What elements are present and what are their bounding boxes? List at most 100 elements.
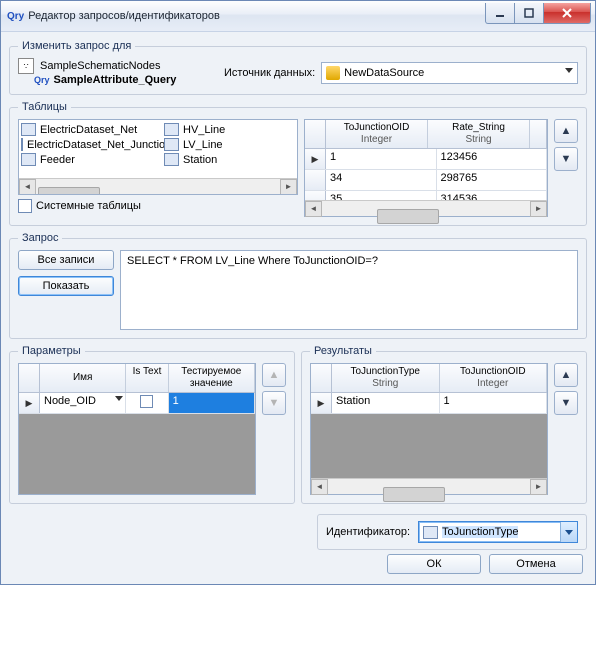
show-button[interactable]: Показать [18, 276, 114, 296]
table-item[interactable]: LV_Line [164, 137, 295, 152]
identifier-panel: Идентификатор: ToJunctionType [317, 514, 587, 550]
results-group: Результаты ToJunctionType String ToJunct… [301, 345, 587, 504]
cancel-button[interactable]: Отмена [489, 554, 583, 574]
identifier-label: Идентификатор: [326, 526, 410, 538]
chevron-down-icon [565, 68, 573, 73]
table-row[interactable]: ▶ Node_OID 1 [19, 393, 255, 414]
query-legend: Запрос [18, 232, 62, 244]
query-prefix-icon: Qry [34, 75, 50, 85]
results-hscrollbar[interactable]: ◄ ► [311, 478, 547, 494]
parameters-grid[interactable]: Имя Is Text Тестируемое значение ▶ Node_… [18, 363, 256, 495]
col-name: Имя [40, 364, 126, 392]
row-header-corner [19, 364, 40, 392]
checkbox-box-icon [18, 199, 32, 213]
ok-button[interactable]: ОК [387, 554, 481, 574]
close-button[interactable] [543, 3, 591, 24]
table-icon [21, 138, 23, 151]
table-item[interactable]: ElectricDataset_Net [21, 122, 160, 137]
table-preview-grid[interactable]: ToJunctionOID Integer Rate_String String [304, 119, 548, 217]
move-up-button[interactable]: ▲ [554, 119, 578, 143]
arrow-down-icon: ▼ [269, 397, 280, 409]
datasource-label: Источник данных: [224, 67, 315, 79]
table-item[interactable]: Station [164, 152, 295, 167]
scroll-left-icon[interactable]: ◄ [19, 179, 36, 195]
schematic-icon: ∵ [18, 58, 34, 74]
query-name-label: SampleAttribute_Query [54, 74, 177, 86]
parameters-legend: Параметры [18, 345, 85, 357]
table-icon [164, 123, 179, 136]
table-item[interactable]: ElectricDataset_Net_Junctions [21, 137, 160, 152]
minimize-button[interactable] [485, 3, 515, 24]
checkbox-box-icon [140, 395, 153, 408]
param-istext-checkbox[interactable] [126, 393, 168, 413]
query-editor-window: Qry Редактор запросов/идентификаторов Из… [0, 0, 596, 585]
arrow-up-icon: ▲ [561, 125, 572, 137]
table-item[interactable]: HV_Line [164, 122, 295, 137]
tables-group: Таблицы ElectricDataset_Net ElectricData… [9, 101, 587, 226]
row-pointer-icon: ▶ [311, 393, 332, 413]
maximize-button[interactable] [514, 3, 544, 24]
scroll-right-icon[interactable]: ► [530, 479, 547, 495]
scroll-left-icon[interactable]: ◄ [311, 479, 328, 495]
results-legend: Результаты [310, 345, 376, 357]
arrow-down-icon: ▼ [561, 153, 572, 165]
move-down-button[interactable]: ▼ [262, 391, 286, 415]
move-down-button[interactable]: ▼ [554, 391, 578, 415]
chevron-down-icon [565, 530, 573, 535]
sql-text: SELECT * FROM LV_Line Where ToJunctionOI… [127, 255, 378, 267]
table-item[interactable]: Feeder [21, 152, 160, 167]
param-test-cell[interactable]: 1 [169, 393, 255, 413]
table-icon [21, 153, 36, 166]
col-type: String [336, 378, 435, 390]
col-type: String [432, 134, 525, 146]
col-type: Integer [444, 378, 543, 390]
tables-listbox[interactable]: ElectricDataset_Net ElectricDataset_Net_… [18, 119, 298, 195]
col-name: ToJunctionOID [444, 366, 543, 378]
table-row[interactable]: ▶ Station 1 [311, 393, 547, 414]
col-test: Тестируемое значение [169, 364, 255, 392]
identifier-value: ToJunctionType [442, 526, 518, 538]
arrow-up-icon: ▲ [561, 369, 572, 381]
sql-textarea[interactable]: SELECT * FROM LV_Line Where ToJunctionOI… [120, 250, 578, 330]
row-pointer-icon: ▶ [19, 393, 40, 413]
titlebar[interactable]: Qry Редактор запросов/идентификаторов [1, 1, 595, 32]
row-header-corner [305, 120, 326, 148]
scroll-right-icon[interactable]: ► [280, 179, 297, 195]
param-name-cell[interactable]: Node_OID [40, 393, 126, 413]
change-query-group: Изменить запрос для ∵ SampleSchematicNod… [9, 40, 587, 95]
tables-hscrollbar[interactable]: ◄ ► [19, 178, 297, 194]
schematic-node-label: SampleSchematicNodes [40, 60, 160, 72]
move-down-button[interactable]: ▼ [554, 147, 578, 171]
move-up-button[interactable]: ▲ [554, 363, 578, 387]
database-icon [326, 66, 340, 80]
scroll-right-icon[interactable]: ► [530, 201, 547, 217]
close-icon [561, 7, 573, 19]
identifier-combo[interactable]: ToJunctionType [418, 521, 578, 543]
scroll-left-icon[interactable]: ◄ [305, 201, 322, 217]
move-up-button[interactable]: ▲ [262, 363, 286, 387]
app-icon: Qry [7, 11, 24, 22]
combo-dropdown-button[interactable] [560, 522, 577, 542]
table-row[interactable]: 35 314536 [305, 191, 547, 200]
tables-legend: Таблицы [18, 101, 71, 113]
datasource-value: NewDataSource [344, 67, 424, 79]
table-icon [21, 123, 36, 136]
arrow-down-icon: ▼ [561, 397, 572, 409]
minimize-icon [495, 8, 505, 18]
system-tables-label: Системные таблицы [36, 200, 141, 212]
col-name: ToJunctionType [336, 366, 435, 378]
preview-hscrollbar[interactable]: ◄ ► [305, 200, 547, 216]
col-istext: Is Text [130, 366, 163, 378]
system-tables-checkbox[interactable]: Системные таблицы [18, 199, 298, 213]
window-title: Редактор запросов/идентификаторов [28, 10, 486, 22]
datasource-combo[interactable]: NewDataSource [321, 62, 578, 84]
table-row[interactable]: 34 298765 [305, 170, 547, 191]
col-name: ToJunctionOID [330, 122, 423, 134]
table-icon [423, 526, 438, 539]
chevron-down-icon [115, 396, 123, 401]
col-name: Rate_String [432, 122, 525, 134]
results-grid[interactable]: ToJunctionType String ToJunctionOID Inte… [310, 363, 548, 495]
all-records-button[interactable]: Все записи [18, 250, 114, 270]
maximize-icon [524, 8, 534, 18]
table-row[interactable]: ▶ 1 123456 [305, 149, 547, 170]
